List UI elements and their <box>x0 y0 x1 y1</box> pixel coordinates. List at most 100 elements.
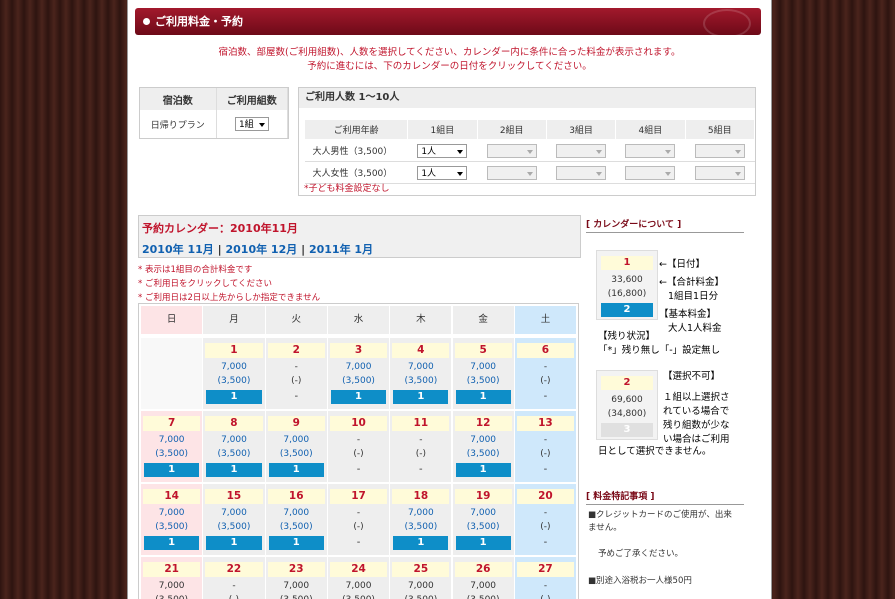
legend-remaining: 2 <box>601 303 653 317</box>
day-total-price: 7,000 <box>470 435 497 445</box>
weekday-header: 土 <box>514 306 577 334</box>
day-number: 14 <box>143 489 201 504</box>
people-table: ご利用年齢 1組目 2組目 3組目 4組目 5組目 大人男性（3,500） 1人… <box>303 119 756 184</box>
bullet-icon <box>143 17 150 25</box>
legend-sample-available: 1 33,600 (16,800) 2 <box>596 250 658 320</box>
male-count-select[interactable] <box>694 143 745 158</box>
legend-date: 2 <box>601 376 653 390</box>
calendar-day[interactable]: 12 7,000 (3,500) 1 <box>452 411 514 482</box>
day-base-price: (3,500) <box>141 595 202 599</box>
day-base-price: (-) <box>540 522 551 532</box>
legend-base: (16,800) <box>607 289 647 299</box>
day-remaining: 1 <box>455 463 511 477</box>
calendar-day[interactable]: 4 7,000 (3,500) 1 <box>390 338 452 409</box>
day-base-price: (-) <box>515 595 576 599</box>
female-count-select[interactable] <box>556 165 607 180</box>
female-count-select[interactable] <box>486 165 537 180</box>
day-base-price: (3,500) <box>279 522 313 532</box>
day-base-price: (-) <box>540 376 551 386</box>
legend-unavail-text: 日として選択できません。 <box>598 446 712 457</box>
group-header: 1組目 <box>407 119 478 140</box>
day-total-price: 7,000 <box>407 508 434 518</box>
calendar-day[interactable]: 1 7,000 (3,500) 1 <box>203 338 265 409</box>
fee-note-line: ■クレジットカードのご使用が、出来 <box>588 510 732 520</box>
male-count-select[interactable]: 1人 <box>417 143 468 158</box>
day-base-price: (3,500) <box>217 449 251 459</box>
day-base-price: (-) <box>203 595 264 599</box>
calendar-day[interactable]: 19 7,000 (3,500) 1 <box>452 484 514 555</box>
calendar-header: 予約カレンダー：2010年11月 2010年 11月 | 2010年 12月 |… <box>138 215 581 258</box>
day-base-price: (3,500) <box>466 376 500 386</box>
month-link[interactable]: 2011年 1月 <box>309 243 373 256</box>
day-number: 22 <box>205 562 263 577</box>
day-remaining: 1 <box>393 536 449 550</box>
male-count-select[interactable] <box>556 143 607 158</box>
calendar-day[interactable]: 7 7,000 (3,500) 1 <box>141 411 203 482</box>
day-number: 15 <box>205 489 263 504</box>
day-base-price: (3,500) <box>155 522 189 532</box>
calendar-day[interactable]: 18 7,000 (3,500) 1 <box>390 484 452 555</box>
month-link[interactable]: 2010年 11月 <box>142 243 214 256</box>
day-number: 16 <box>267 489 325 504</box>
group-header: 5組目 <box>684 119 756 140</box>
legend-total: 69,600 <box>611 395 643 405</box>
month-link[interactable]: 2010年 12月 <box>225 243 297 256</box>
male-count-select[interactable] <box>486 143 537 158</box>
day-remaining: - <box>356 537 361 548</box>
day-number: 10 <box>329 416 388 431</box>
calendar-day: 17 - (-) - <box>327 484 390 555</box>
male-count-select[interactable] <box>625 143 676 158</box>
calendar-day[interactable]: 15 7,000 (3,500) 1 <box>203 484 265 555</box>
calendar-note: * ご利用日は2日以上先からしか指定できません <box>138 293 321 303</box>
day-base-price: (3,500) <box>217 522 251 532</box>
day-number: 9 <box>267 416 325 431</box>
day-number: 11 <box>392 416 450 431</box>
calendar-note: * 表示は1組目の合計料金です <box>138 265 253 275</box>
divider <box>586 232 744 233</box>
day-number: 24 <box>329 562 388 577</box>
female-count-select[interactable]: 1人 <box>417 165 468 180</box>
calendar-day[interactable]: 9 7,000 (3,500) 1 <box>265 411 327 482</box>
calendar-day: 10 - (-) - <box>327 411 390 482</box>
day-remaining: 1 <box>144 463 200 477</box>
day-number: 8 <box>205 416 263 431</box>
legend-remaining: 3 <box>601 423 653 437</box>
calendar-day: 25 7,000 (3,500) <box>390 557 452 599</box>
calendar-empty-day <box>141 338 203 409</box>
day-remaining: 1 <box>393 390 449 404</box>
day-total-price: 7,000 <box>345 581 372 591</box>
day-number: 12 <box>454 416 512 431</box>
plan-label: 日帰りプラン <box>140 110 217 138</box>
calendar-day[interactable]: 16 7,000 (3,500) 1 <box>265 484 327 555</box>
calendar-day: 21 7,000 (3,500) <box>141 557 203 599</box>
day-remaining: 1 <box>144 536 200 550</box>
legend-total: 33,600 <box>611 275 643 285</box>
day-remaining: 1 <box>268 463 324 477</box>
female-count-select[interactable] <box>625 165 676 180</box>
legend-total-label: ←【合計料金】 <box>659 277 724 288</box>
day-number: 19 <box>454 489 512 504</box>
calendar-day[interactable]: 5 7,000 (3,500) 1 <box>452 338 514 409</box>
legend-remain-sub: 「*」残り無し「-」設定無し <box>598 345 721 356</box>
day-remaining: 1 <box>455 390 511 404</box>
day-number: 4 <box>392 343 450 358</box>
legend-total-sub: 1組目1日分 <box>668 291 719 302</box>
fee-note-line: ません。 <box>588 523 622 533</box>
day-total-price: - <box>543 581 548 591</box>
calendar-day[interactable]: 14 7,000 (3,500) 1 <box>141 484 203 555</box>
people-box: ご利用人数 1〜10人 ご利用年齢 1組目 2組目 3組目 4組目 5組目 大人… <box>298 87 756 196</box>
day-total-price: 7,000 <box>158 435 185 445</box>
female-count-select[interactable] <box>694 165 745 180</box>
people-header: ご利用人数 1〜10人 <box>299 88 755 108</box>
group-header: 2組目 <box>476 119 547 140</box>
intro-text-2: 予約に進むには、下のカレンダーの日付をクリックしてください。 <box>307 61 592 72</box>
calendar-day[interactable]: 8 7,000 (3,500) 1 <box>203 411 265 482</box>
groups-select[interactable]: 1組 <box>234 117 269 131</box>
day-base-price: (-) <box>353 522 364 532</box>
day-number: 17 <box>329 489 388 504</box>
day-number: 3 <box>329 343 388 358</box>
calendar-day: 11 - (-) - <box>390 411 452 482</box>
calendar-day[interactable]: 3 7,000 (3,500) 1 <box>327 338 390 409</box>
legend-base-label: 【基本料金】 <box>659 309 717 320</box>
legend-date-label: ←【日付】 <box>659 259 705 270</box>
